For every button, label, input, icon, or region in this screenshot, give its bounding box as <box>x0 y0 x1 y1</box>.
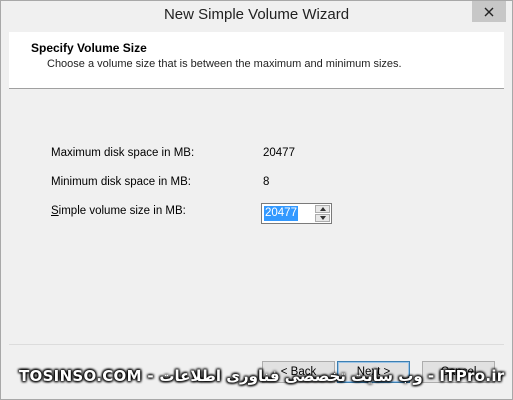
window-title: New Simple Volume Wizard <box>163 6 350 23</box>
footer-divider <box>9 344 504 345</box>
chevron-down-icon <box>319 216 326 220</box>
spin-up-button[interactable] <box>315 205 330 213</box>
wizard-body: Maximum disk space in MB: 20477 Minimum … <box>9 89 504 344</box>
volume-size-input[interactable]: 20477 <box>264 206 298 221</box>
close-button[interactable] <box>472 1 506 22</box>
max-disk-value: 20477 <box>263 147 295 159</box>
watermark-text: TOSINSO.COM - وب سایت تخصصی فناوری اطلاع… <box>19 367 505 385</box>
spin-buttons <box>315 205 330 222</box>
wizard-window: New Simple Volume Wizard Specify Volume … <box>0 0 513 400</box>
close-icon <box>484 7 494 16</box>
volume-size-label: Simple volume size in MB: <box>51 205 186 217</box>
chevron-up-icon <box>319 207 326 211</box>
header-subtitle: Choose a volume size that is between the… <box>47 58 402 70</box>
max-disk-label: Maximum disk space in MB: <box>51 147 195 159</box>
header-title: Specify Volume Size <box>31 41 147 55</box>
wizard-header: Specify Volume Size Choose a volume size… <box>9 32 504 89</box>
title-bar[interactable]: New Simple Volume Wizard <box>1 1 512 32</box>
spin-down-button[interactable] <box>315 214 330 222</box>
volume-size-label-text: imple volume size in MB: <box>58 205 186 217</box>
min-disk-label: Minimum disk space in MB: <box>51 176 191 188</box>
volume-size-stepper[interactable]: 20477 <box>261 203 332 224</box>
volume-size-label-accesskey: S <box>51 205 59 217</box>
min-disk-value: 8 <box>263 176 270 188</box>
